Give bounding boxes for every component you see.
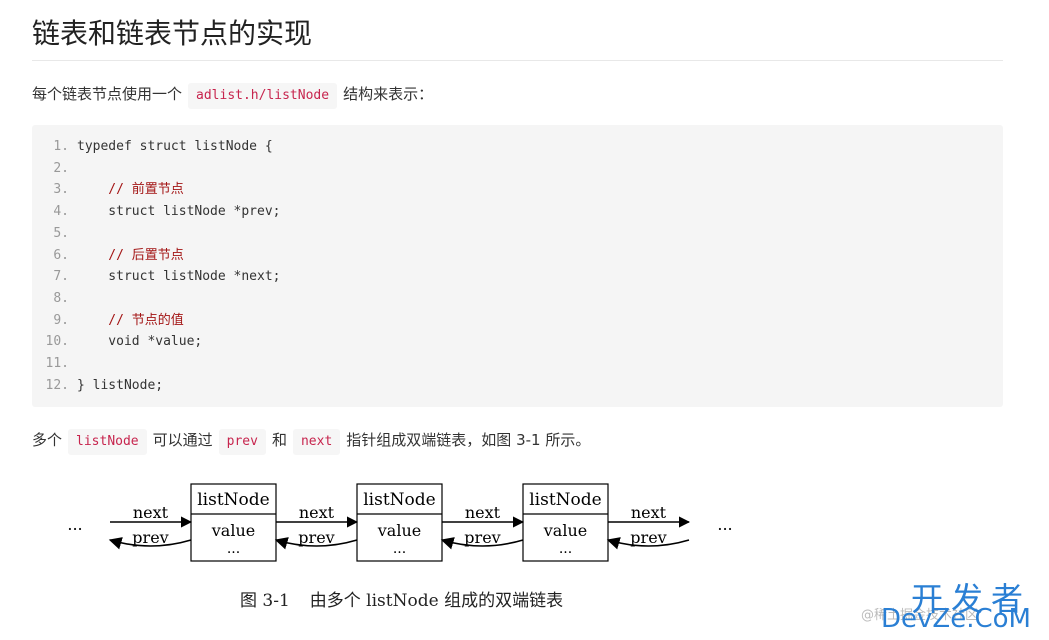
line-number: 2. (53, 160, 69, 176)
code-comment: // 前置节点 (77, 182, 184, 198)
code-line: 4. struct listNode *prev; (32, 201, 281, 222)
page-title: 链表和链表节点的实现 (32, 17, 313, 50)
intro-text-after: 结构来表示： (343, 85, 434, 103)
list-node-title: listNode (363, 490, 435, 510)
next-pointer-label: next (299, 503, 335, 522)
figure-caption-number: 图 3-1 (240, 591, 290, 611)
prev-pointer-label: prev (132, 528, 168, 547)
code-comment: // 后置节点 (77, 247, 184, 263)
intro-text-before: 每个链表节点使用一个 (32, 85, 183, 103)
desc-text-3: 和 (271, 431, 287, 449)
line-number: 10. (45, 334, 69, 350)
line-number: 7. (53, 269, 69, 285)
code-comment: // 节点的值 (77, 312, 184, 328)
next-pointer-label: next (465, 503, 501, 522)
watermark-logo-en: DevZe.CoM (881, 604, 1031, 634)
code-line: 6. // 后置节点 (32, 245, 184, 266)
line-number: 12. (45, 377, 69, 393)
intro-paragraph: 每个链表节点使用一个 adlist.h/listNode 结构来表示： (32, 81, 433, 109)
desc-text-4: 指针组成双端链表，如图 3-1 所示。 (346, 431, 591, 449)
code-line: 12. } listNode; (32, 375, 164, 396)
line-number: 4. (53, 204, 69, 220)
code-line: 3. // 前置节点 (32, 179, 184, 200)
list-node-value: value (211, 521, 255, 540)
prev-pointer-label: prev (298, 528, 334, 547)
code-line: 11. (32, 353, 77, 374)
code-line: 10. void *value; (32, 331, 203, 352)
code-text: void *value; (77, 334, 203, 350)
prev-pointer-label: prev (464, 528, 500, 547)
inline-code-next: next (292, 429, 341, 455)
code-text: } listNode; (77, 377, 164, 393)
code-text: struct listNode *prev; (77, 204, 281, 220)
prev-pointer-label: prev (630, 528, 666, 547)
line-number: 6. (53, 247, 69, 263)
code-block: 1. typedef struct listNode {2. 3. // 前置节点 4… (32, 125, 1003, 407)
title-divider (32, 60, 1003, 61)
line-number: 9. (53, 312, 69, 328)
linked-list-figure: ... ... listNode value... listNode value... li… (67, 483, 733, 562)
code-line: 5. (32, 223, 77, 244)
list-node-value: value (543, 521, 587, 540)
desc-text-1: 多个 (32, 431, 63, 449)
list-node-value: value (377, 521, 421, 540)
code-line: 2. (32, 158, 77, 179)
line-number: 3. (53, 182, 69, 198)
line-number: 5. (53, 225, 69, 241)
next-pointer-label: next (631, 503, 667, 522)
figure-caption-text: 由多个 listNode 组成的双端链表 (309, 591, 564, 611)
inline-code-prev: prev (218, 429, 266, 455)
list-node-title: listNode (529, 490, 601, 510)
right-ellipsis: ... (717, 515, 732, 534)
list-node-more: ... (393, 541, 406, 557)
code-line: 7. struct listNode *next; (32, 266, 281, 287)
list-node-more: ... (559, 541, 572, 557)
figure-caption: 图 3-1 由多个 listNode 组成的双端链表 (240, 586, 583, 611)
list-node-title: listNode (197, 490, 269, 510)
desc-text-2: 可以通过 (152, 431, 213, 449)
description-paragraph: 多个 listNode 可以通过 prev 和 next 指针组成双端链表，如图 3-1 所… (32, 427, 590, 455)
code-text: typedef struct listNode { (77, 139, 273, 154)
list-node-more: ... (227, 541, 240, 557)
inline-code-listnode: listNode (68, 429, 147, 455)
inline-code-listnode-path: adlist.h/listNode (188, 83, 338, 109)
left-ellipsis: ... (67, 515, 82, 534)
site-watermark: @稀土掘金技术社区 开发者 DevZe.CoM (861, 574, 1041, 634)
code-text: struct listNode *next; (77, 269, 281, 285)
line-number: 8. (53, 290, 69, 306)
code-line: 9. // 节点的值 (32, 310, 184, 331)
code-line: 1. typedef struct listNode { (32, 136, 273, 157)
line-number: 11. (45, 356, 69, 371)
next-pointer-label: next (133, 503, 169, 522)
code-line: 8. (32, 288, 77, 309)
line-number: 1. (53, 139, 69, 154)
